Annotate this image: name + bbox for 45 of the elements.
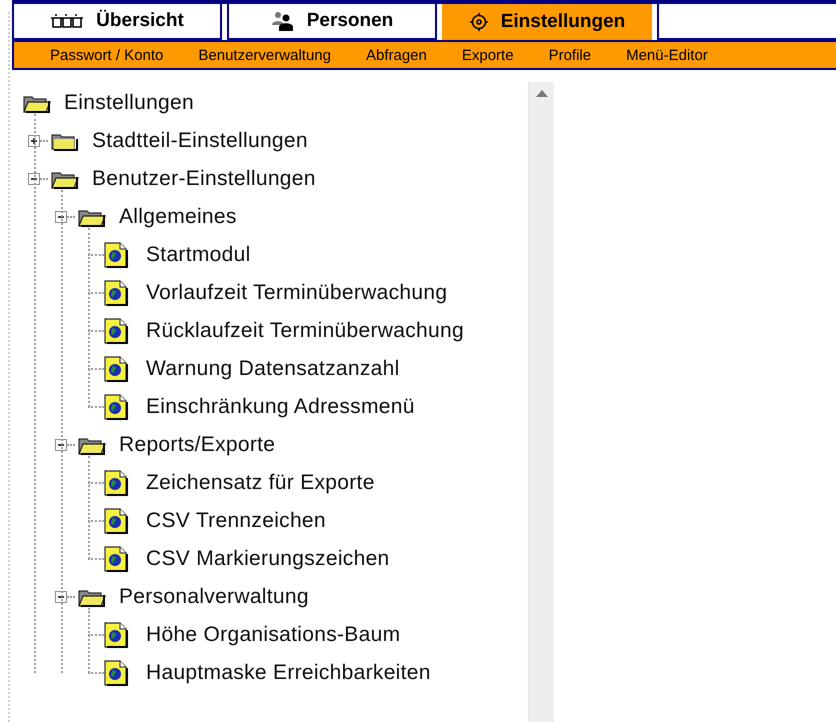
web-page-icon xyxy=(104,280,128,306)
submenu-link[interactable]: Profile xyxy=(548,46,592,64)
web-page-icon xyxy=(104,546,128,572)
tree-item[interactable]: Vorlaufzeit Terminüberwachung xyxy=(146,281,448,305)
scroll-up-icon[interactable] xyxy=(536,90,548,97)
web-page-icon xyxy=(104,508,128,534)
tree-item[interactable]: CSV Markierungszeichen xyxy=(146,547,390,571)
web-page-icon xyxy=(104,394,128,420)
tree-item[interactable]: Startmodul xyxy=(146,243,251,267)
web-page-icon xyxy=(104,470,128,496)
collapse-icon[interactable] xyxy=(28,173,40,185)
web-page-icon xyxy=(104,660,128,686)
submenu-link[interactable]: Exporte xyxy=(462,46,514,64)
collapse-icon[interactable] xyxy=(55,591,67,603)
grid-icon xyxy=(50,14,84,28)
tab[interactable]: Einstellungen xyxy=(442,4,652,40)
web-page-icon xyxy=(104,356,128,382)
people-icon xyxy=(270,11,295,31)
tree-item[interactable]: Allgemeines xyxy=(119,205,237,229)
tree-item[interactable]: Zeichensatz für Exporte xyxy=(146,471,375,495)
tree-item[interactable]: Hauptmaske Erreichbarkeiten xyxy=(146,661,431,685)
tree-item[interactable]: CSV Trennzeichen xyxy=(146,509,326,533)
tree-item[interactable]: Reports/Exporte xyxy=(119,433,276,457)
web-page-icon xyxy=(104,622,128,648)
expand-icon[interactable] xyxy=(28,135,40,147)
tree-item[interactable]: Personalverwaltung xyxy=(119,585,309,609)
collapse-icon[interactable] xyxy=(55,211,67,223)
tree-item[interactable]: Einstellungen xyxy=(64,91,194,115)
tree-item[interactable]: Benutzer-Einstellungen xyxy=(92,167,316,191)
submenu-link[interactable]: Menü-Editor xyxy=(626,46,708,64)
web-page-icon xyxy=(104,242,128,268)
collapse-icon[interactable] xyxy=(55,439,67,451)
submenu-link[interactable]: Abfragen xyxy=(366,46,427,64)
tree-item[interactable]: Einschränkung Adressmenü xyxy=(146,395,415,419)
tree-item[interactable]: Höhe Organisations-Baum xyxy=(146,623,400,647)
tree-item[interactable]: Stadtteil-Einstellungen xyxy=(92,129,308,153)
tab[interactable]: Übersicht xyxy=(12,4,222,40)
tree-item[interactable]: Warnung Datensatzanzahl xyxy=(146,357,400,381)
target-icon xyxy=(468,12,489,32)
web-page-icon xyxy=(104,318,128,344)
tab[interactable]: Personen xyxy=(227,4,437,40)
submenu-link[interactable]: Passwort / Konto xyxy=(50,46,164,64)
tree-item[interactable]: Rücklaufzeit Terminüberwachung xyxy=(146,319,464,343)
submenu-link[interactable]: Benutzerverwaltung xyxy=(198,46,331,64)
scrollbar[interactable] xyxy=(528,82,554,722)
